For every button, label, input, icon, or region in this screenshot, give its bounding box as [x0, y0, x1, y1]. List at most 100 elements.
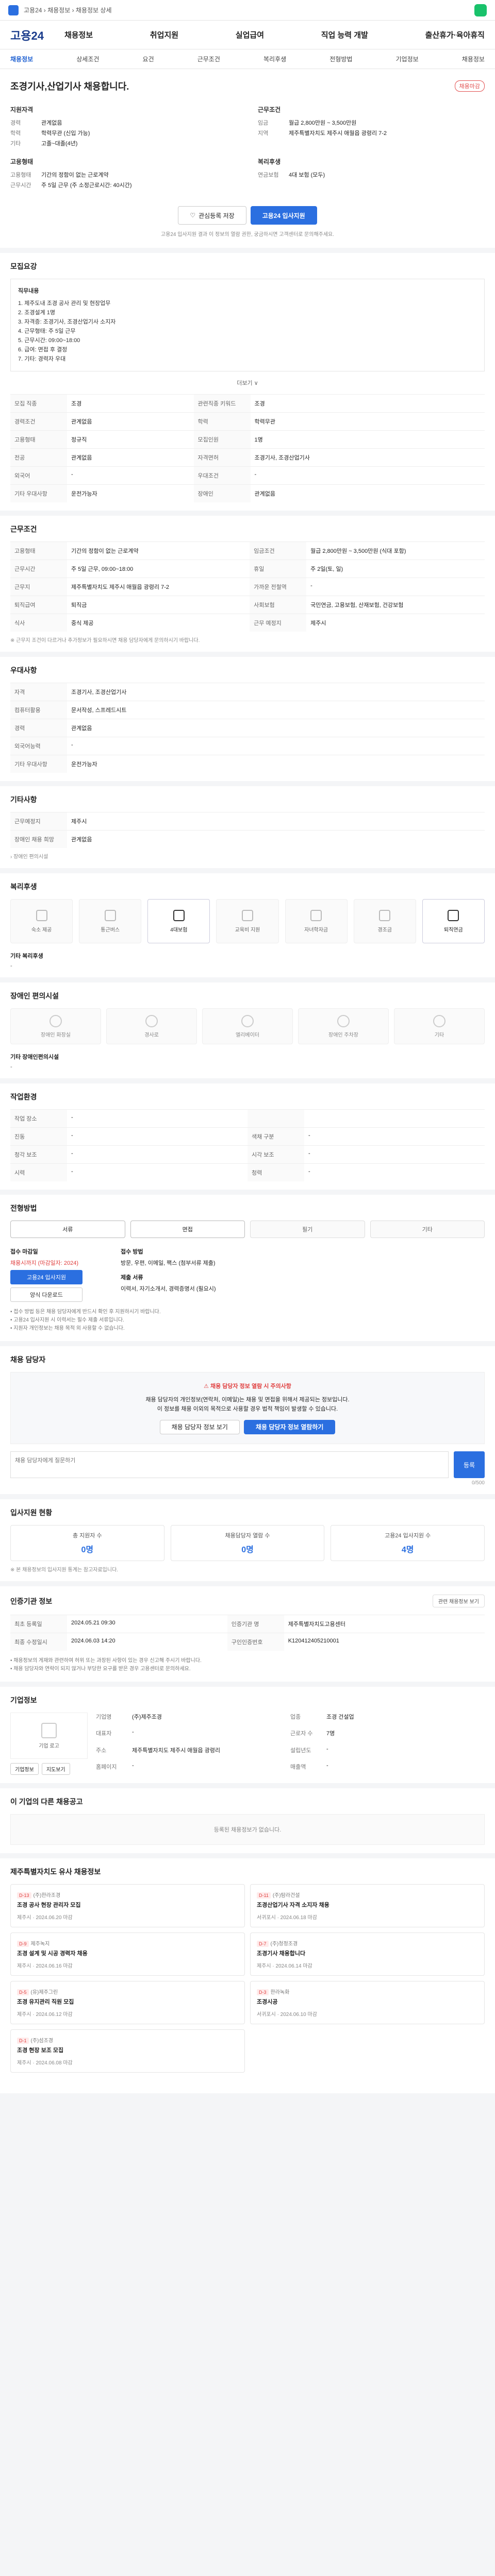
deadline-value: 채용시까지 (마감일자: 2024): [10, 1260, 79, 1266]
global-nav: 채용정보 취업지원 실업급여 직업 능력 개발 출산휴가·육아휴직: [64, 29, 485, 40]
table-row: 경력조건 관계없음 학력 학력무관: [10, 412, 485, 431]
cell-key: 홈페이지: [96, 1764, 117, 1770]
card-title: 조경 유지관리 직원 모집: [17, 1999, 74, 2005]
submit-question-button[interactable]: 등록: [454, 1451, 485, 1478]
cell-value: -: [250, 466, 485, 485]
tab[interactable]: 채용정보: [10, 55, 33, 63]
table-row: 컴퓨터활용 문서작성, 스프레드시트: [10, 701, 485, 719]
benefit-label: 자녀학자금: [304, 927, 328, 933]
cell-key: 고용형태: [10, 541, 67, 560]
benefit-item: 숙소 제공: [10, 899, 73, 943]
table-row: 외국어 - 우대조건 -: [10, 466, 485, 485]
table-row: 전공 관계없음 자격면허 조경기사, 조경산업기사: [10, 448, 485, 467]
view-contact-button[interactable]: 채용 담당자 정보 보기: [159, 1420, 240, 1434]
cell-key: 최초 등록일: [10, 1615, 67, 1633]
save-button[interactable]: ♡ 관심등록 저장: [178, 206, 246, 225]
tab[interactable]: 상세조건: [76, 55, 99, 63]
cell-value: 주 2일(토, 일): [306, 560, 485, 578]
map-button[interactable]: 지도보기: [41, 1763, 70, 1775]
apply-button-2[interactable]: 고용24 입사지원: [10, 1270, 82, 1284]
dday-badge: D-3: [257, 1989, 269, 1995]
benefit-label: 4대보험: [170, 927, 188, 933]
step-interview: 면접: [130, 1221, 245, 1238]
card-company: (주)탐라건설: [272, 1893, 300, 1899]
section-title: 장애인 편의시설: [10, 992, 59, 1000]
extra-facilities: 기타 장애인편의시설 -: [10, 1053, 485, 1070]
gnb-item[interactable]: 실업급여: [236, 29, 264, 40]
cell-value: -: [304, 1127, 485, 1146]
tab[interactable]: 요건: [143, 55, 154, 63]
job-desc-line: 1. 제주도내 조경 공사 관리 및 현장업무: [18, 300, 111, 307]
cell-value: 월급 2,800만원 ~ 3,500만원 (식대 포함): [306, 541, 485, 560]
cell-value: 주 5일 근무, 09:00~18:00: [67, 560, 250, 578]
kv-value: 학력무관 (신입 가능): [41, 130, 90, 137]
benefit-label: 경조금: [377, 927, 392, 933]
related-jobs-button[interactable]: 관련 채용정보 보기: [432, 1595, 485, 1607]
job-desc-line: 6. 급여: 면접 후 결정: [18, 347, 68, 353]
table-row: 근무예정지 제주시: [10, 812, 485, 831]
table-row: 최초 등록일 2024.05.21 09:30 인증기관 명 제주특별자치도고용센터: [10, 1615, 485, 1633]
job-card[interactable]: D-1 (주)섬조경 조경 현장 보조 모집 제주시 · 2024.06.08 마감: [10, 2029, 245, 2073]
section-title: 작업환경: [10, 1093, 37, 1101]
apply-notice: 고용24 입사지원 결과 이 정보의 열람 권한, 궁금하시면 고객센터로 문의…: [160, 232, 335, 238]
apply-button[interactable]: 고용24 입사지원: [250, 206, 317, 225]
job-card[interactable]: D-13 (주)한라조경 조경 공사 현장 관리자 모집 제주시 · 2024.06.…: [10, 1884, 245, 1927]
open-contact-button[interactable]: 채용 담당자 정보 열람하기: [243, 1420, 336, 1434]
note-line: • 채용 담당자와 연락이 되지 않거나 부당한 요구를 받은 경우 고용센터로…: [10, 1666, 191, 1672]
cell-value: 기간의 정함이 없는 근로계약: [67, 541, 250, 560]
download-form-button[interactable]: 양식 다운로드: [10, 1287, 82, 1302]
chat-icon[interactable]: [474, 4, 487, 16]
benefit-item: 자녀학자금: [285, 899, 348, 943]
kv-key: 고용형태: [10, 172, 31, 178]
table-row: 자격 조경기사, 조경산업기사: [10, 683, 485, 701]
gnb-item[interactable]: 직업 능력 개발: [321, 29, 368, 40]
job-card[interactable]: D-7 (주)청정조경 조경기사 채용합니다 제주시 · 2024.06.14 마감: [250, 1933, 485, 1976]
benefit-item: 교육비 지원: [216, 899, 279, 943]
count-label: 채용담당자 열람 수: [225, 1533, 270, 1539]
section-title: 복리후생: [10, 883, 37, 891]
cell-value: -: [67, 737, 485, 755]
summary-heading: 복리후생: [258, 158, 281, 165]
kv-value: 관계없음: [41, 120, 62, 126]
house-icon: [36, 909, 47, 921]
company-info-button[interactable]: 기업정보: [10, 1763, 39, 1775]
tab[interactable]: 기업정보: [396, 55, 419, 63]
table-row: 작업 장소 -: [10, 1109, 485, 1128]
gnb-item[interactable]: 취업지원: [150, 29, 178, 40]
card-title: 조경기사 채용합니다: [257, 1951, 306, 1957]
cell-key: 매출액: [290, 1764, 306, 1770]
method-label: 접수 방법: [121, 1249, 143, 1255]
tab[interactable]: 전형방법: [329, 55, 352, 63]
extra-facilities-title: 기타 장애인편의시설: [10, 1054, 59, 1060]
cell-key: 자격면허: [193, 448, 251, 467]
tab[interactable]: 복리후생: [263, 55, 286, 63]
question-input[interactable]: [10, 1451, 449, 1478]
table-row: 고용형태 기간의 정함이 없는 근로계약 임금조건 월급 2,800만원 ~ 3,50…: [10, 541, 485, 560]
job-card[interactable]: D-5 (유)제주그린 조경 유지관리 직원 모집 제주시 · 2024.06.12 …: [10, 1981, 245, 2024]
conditions-section: 근무조건 고용형태 기간의 정함이 없는 근로계약 임금조건 월급 2,800만원 ~…: [0, 516, 495, 652]
job-card[interactable]: D-9 제주녹지 조경 설계 및 시공 경력자 채용 제주시 · 2024.06.16…: [10, 1933, 245, 1976]
benefit-item: 4대보험: [147, 899, 210, 943]
table-row: 진동 - 색채 구분 -: [10, 1127, 485, 1146]
gnb-item[interactable]: 채용정보: [64, 29, 93, 40]
deadline-label: 접수 마감일: [10, 1249, 38, 1255]
cell-value: 2024.06.03 14:20: [67, 1633, 227, 1651]
cell-value: 조경: [67, 394, 194, 413]
tab[interactable]: 근무조건: [197, 55, 220, 63]
job-card[interactable]: D-11 (주)탐라건설 조경산업기사 자격 소지자 채용 서귀포시 · 2024.0…: [250, 1884, 485, 1927]
cell-value: -: [67, 466, 194, 485]
preferences-section: 우대사항 자격 조경기사, 조경산업기사 컴퓨터활용 문서작성, 스프레드시트 경력…: [0, 657, 495, 781]
table-row: 시력 - 청력 -: [10, 1163, 485, 1181]
job-card[interactable]: D-3 한라녹화 조경시공 서귀포시 · 2024.06.10 마감: [250, 1981, 485, 2024]
cell-key: 시각 보조: [248, 1145, 304, 1164]
tab[interactable]: 채용정보: [462, 55, 485, 63]
brand-logo[interactable]: 고용24: [10, 27, 44, 43]
gnb-item[interactable]: 출산휴가·육아휴직: [425, 29, 485, 40]
benefit-label: 통근버스: [101, 927, 120, 933]
more-button[interactable]: 더보기 ∨: [10, 379, 485, 387]
facility-link[interactable]: › 장애인 편의시설: [10, 852, 485, 860]
cell-key: 관련직종 키워드: [193, 394, 251, 413]
cell-value: 관계없음: [67, 448, 194, 467]
job-desc-line: 2. 조경설계 1명: [18, 310, 56, 316]
facility-item: 장애인 화장실: [10, 1008, 101, 1044]
